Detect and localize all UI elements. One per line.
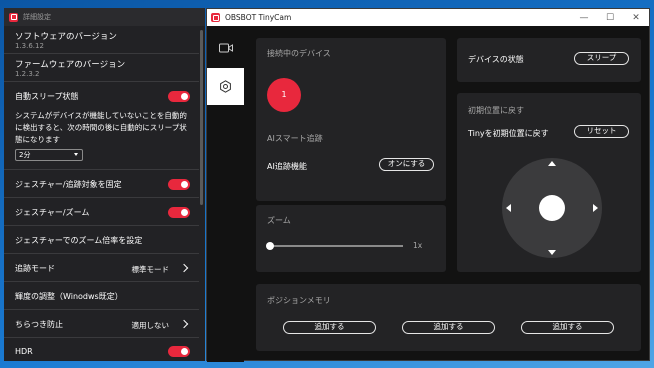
gesture-lock-toggle[interactable] [168,179,190,190]
sleep-button[interactable]: スリープ [574,52,629,65]
software-version-value: 1.3.6.12 [15,42,44,50]
reset-panel: 初期位置に戻す Tinyを初期位置に戻す リセット [457,93,641,272]
ai-tracking-label: AI追跡機能 [267,162,307,171]
auto-sleep-toggle[interactable] [168,91,190,102]
chevron-right-icon [179,319,189,329]
flicker-row[interactable]: ちらつき防止 適用しない [4,310,199,338]
zoom-slider-track[interactable] [270,245,403,247]
flicker-label: ちらつき防止 [15,320,63,329]
auto-sleep-label: 自動スリープ状態 [15,92,79,101]
arrow-up-icon[interactable] [548,161,556,166]
hdr-toggle[interactable] [168,346,190,357]
arrow-left-icon[interactable] [506,204,511,212]
device-panel: 接続中のデバイス 1 AIスマート追跡 AI追跡機能 オンにする [256,38,446,201]
obsbot-app-icon [211,13,220,22]
maximize-icon[interactable]: ☐ [597,9,623,26]
minimize-icon[interactable]: — [571,9,597,26]
zoom-slider-thumb[interactable] [266,242,274,250]
zoom-title: ズーム [267,216,291,225]
auto-sleep-row: 自動スリープ状態 システムがデバイスが機能していないことを自動的に検出すると、次… [4,82,199,170]
gesture-zoom-label: ジェスチャー/ズーム [15,208,90,217]
software-version-label: ソフトウェアのバージョン [15,32,117,42]
device-button[interactable]: 1 [267,78,301,112]
reset-title: 初期位置に戻す [468,106,524,115]
ai-tracking-on-button[interactable]: オンにする [379,158,434,171]
zoom-value: 1x [413,241,423,250]
gesture-lock-row: ジェスチャー/追跡対象を固定 [4,170,199,198]
firmware-version-row: ファームウェアのバージョン 1.2.3.2 [4,54,199,82]
hdr-row: HDR [4,338,199,361]
chevron-right-icon [179,263,189,273]
arrow-down-icon[interactable] [548,250,556,255]
gear-icon [220,80,231,93]
tracking-mode-value: 標準モード [131,265,170,274]
gimbal-joystick[interactable] [502,158,602,258]
firmware-version-label: ファームウェアのバージョン [15,60,126,70]
auto-sleep-description: システムがデバイスが機能していないことを自動的に検出すると、次の時間の後に自動的… [15,111,187,144]
brightness-row[interactable]: 輝度の調整（Winodws既定） [4,282,199,310]
reset-label: Tinyを初期位置に戻す [468,129,549,138]
connected-device-title: 接続中のデバイス [267,49,331,58]
add-position-button-1[interactable]: 追加する [283,321,376,334]
gesture-zoom-toggle[interactable] [168,207,190,218]
camera-icon[interactable] [219,43,233,55]
chevron-down-icon [74,153,78,156]
reset-button[interactable]: リセット [574,125,629,138]
advanced-settings-window: 詳細設定 ソフトウェアのバージョン 1.3.6.12 ファームウェアのバージョン… [4,8,205,361]
close-icon[interactable]: ✕ [623,9,649,26]
sleep-time-select[interactable]: 2分 [15,149,83,161]
right-window-title: OBSBOT TinyCam [225,13,292,22]
firmware-version-value: 1.2.3.2 [15,70,40,78]
hdr-label: HDR [15,347,33,356]
arrow-right-icon[interactable] [593,204,598,212]
brightness-label: 輝度の調整（Winodws既定） [15,292,123,301]
device-status-label: デバイスの状態 [468,55,524,64]
sleep-time-value: 2分 [19,151,31,159]
gesture-zoom-row: ジェスチャー/ズーム [4,198,199,226]
obsbot-tinycam-window: OBSBOT TinyCam — ☐ ✕ 接続中のデバイス 1 AIスマート追跡… [206,8,650,362]
software-version-row: ソフトウェアのバージョン 1.3.6.12 [4,26,199,54]
gesture-zoom-rate-row[interactable]: ジェスチャーでのズーム倍率を設定 [4,226,199,254]
position-memory-panel: ポジションメモリ 追加する 追加する 追加する [256,284,641,351]
ai-tracking-title: AIスマート追跡 [267,134,323,143]
tracking-mode-label: 追跡モード [15,264,55,273]
settings-scrollbar[interactable] [200,30,203,205]
add-position-button-2[interactable]: 追加する [402,321,495,334]
flicker-value: 適用しない [131,321,170,330]
gesture-lock-label: ジェスチャー/追跡対象を固定 [15,180,122,189]
gesture-zoom-rate-label: ジェスチャーでのズーム倍率を設定 [15,236,143,245]
left-window-title: 詳細設定 [23,13,51,21]
tab-settings[interactable] [207,68,244,105]
left-title-bar: 詳細設定 [4,8,205,26]
obsbot-app-icon [9,12,18,22]
device-status-panel: デバイスの状態 スリープ [457,38,641,82]
add-position-button-3[interactable]: 追加する [521,321,614,334]
joystick-knob[interactable] [539,195,565,221]
position-memory-title: ポジションメモリ [267,296,331,305]
zoom-panel: ズーム 1x [256,205,446,272]
tracking-mode-row[interactable]: 追跡モード 標準モード [4,254,199,282]
sidebar [207,26,244,362]
